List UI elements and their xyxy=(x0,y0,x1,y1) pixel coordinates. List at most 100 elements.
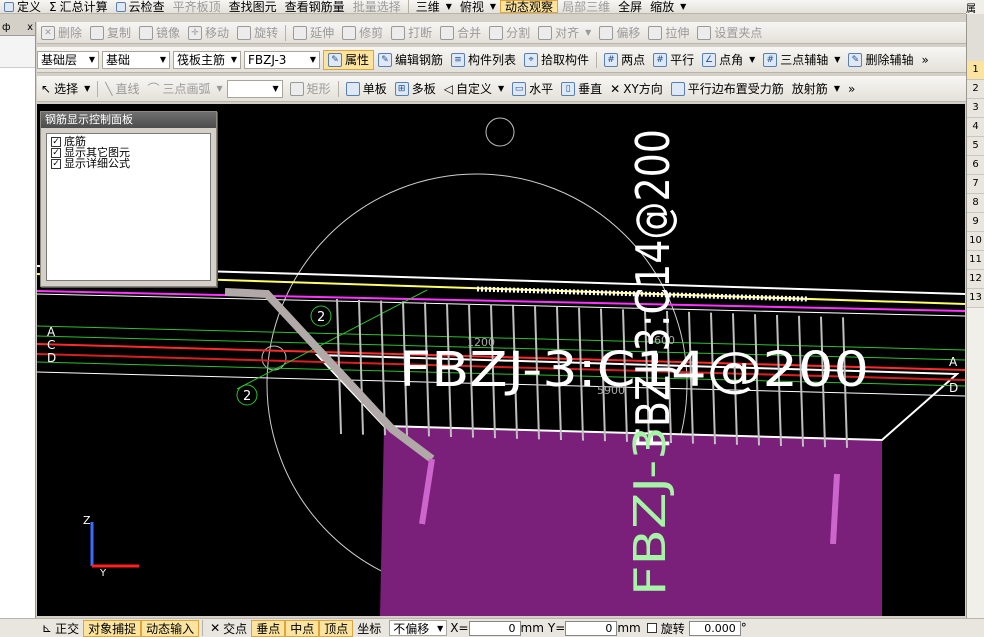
property-row[interactable]: 4 xyxy=(967,118,984,137)
horizontal-button[interactable]: ▭ 水平 xyxy=(508,76,557,101)
more-button[interactable]: » xyxy=(917,47,932,72)
arc-dropdown[interactable]: ⌒ 三点画弧 ▼ xyxy=(143,76,226,101)
dynamic-input-button[interactable]: 动态输入 xyxy=(141,619,200,637)
mirror-button[interactable]: 镜像 xyxy=(135,22,184,43)
local-3d-button[interactable]: 局部三维 xyxy=(558,0,614,13)
xy-direction-button[interactable]: ✕ XY方向 xyxy=(606,76,667,101)
property-row[interactable]: 11 xyxy=(967,251,984,270)
object-snap-button[interactable]: 对象捕捉 xyxy=(83,619,142,637)
define-button[interactable]: 定义 xyxy=(0,0,45,13)
property-row[interactable]: 5 xyxy=(967,137,984,156)
custom-dropdown[interactable]: ◁ 自定义 ▼ xyxy=(440,76,508,101)
stretch-button[interactable]: 拉伸 xyxy=(644,22,693,43)
view-rebar-qty-button[interactable]: 查看钢筋量 xyxy=(281,0,349,13)
parallel-edge-icon xyxy=(670,81,685,96)
extend-icon xyxy=(293,25,308,40)
two-point-axis-button[interactable]: # 两点 xyxy=(600,47,649,72)
parallel-axis-button[interactable]: # 平行 xyxy=(649,47,698,72)
split-icon xyxy=(489,25,504,40)
cloud-check-button[interactable]: 云检查 xyxy=(112,0,169,13)
copy-button[interactable]: 复制 xyxy=(86,22,135,43)
rotate-checkbox[interactable] xyxy=(646,623,657,633)
define-icon xyxy=(4,1,14,12)
property-row[interactable]: 10 xyxy=(967,232,984,251)
close-icon[interactable]: x xyxy=(27,22,33,35)
type-select[interactable]: 筏板主筋 ▼ xyxy=(173,50,241,69)
ortho-button[interactable]: ⊾ 正交 xyxy=(38,620,83,637)
select-dropdown[interactable]: ↖ 选择 ▼ xyxy=(37,76,94,101)
line-button[interactable]: ╲ 直线 xyxy=(101,76,143,101)
fullscreen-button[interactable]: 全屏 xyxy=(614,0,646,13)
pick-element-button[interactable]: ⌖ 拾取构件 xyxy=(520,47,593,72)
edit-rebar-button[interactable]: ✎ 编辑钢筋 xyxy=(374,47,447,72)
property-row[interactable]: 7 xyxy=(967,175,984,194)
shape-select[interactable]: ▼ xyxy=(226,79,283,98)
offset-button[interactable]: 偏移 xyxy=(595,22,644,43)
more-button[interactable]: » xyxy=(844,76,859,101)
three-point-icon: # xyxy=(763,52,778,67)
offset-mode-select[interactable]: 不偏移 ▼ xyxy=(389,620,448,636)
floor-select[interactable]: 基础层 ▼ xyxy=(37,50,99,69)
delete-axis-button[interactable]: ✎ 删除辅轴 xyxy=(844,47,917,72)
left-panel-tab[interactable] xyxy=(0,36,35,68)
orbit-handle-top[interactable] xyxy=(485,117,515,147)
radial-rebar-dropdown[interactable]: 放射筋 ▼ xyxy=(788,76,844,101)
midpoint-snap[interactable]: 中点 xyxy=(285,619,320,637)
break-button[interactable]: 打断 xyxy=(387,22,436,43)
property-row[interactable]: 13 xyxy=(967,289,984,308)
checkbox-icon[interactable]: ✓ xyxy=(51,147,61,158)
category-select[interactable]: 基础 ▼ xyxy=(102,50,170,69)
property-row[interactable]: 2 xyxy=(967,80,984,99)
align-dropdown[interactable]: 对齐 ▼ xyxy=(534,22,595,43)
summary-calc-button[interactable]: Σ 汇总计算 xyxy=(45,0,112,13)
property-row[interactable]: 12 xyxy=(967,270,984,289)
zoom-dropdown[interactable]: 缩放 ▼ xyxy=(646,0,690,13)
chevron-down-icon: ▼ xyxy=(309,55,316,64)
parallel-edge-button[interactable]: 平行边布置受力筋 xyxy=(667,76,788,101)
intersection-snap[interactable]: ✕ 交点 xyxy=(206,620,251,637)
vertical-button[interactable]: ▯ 垂直 xyxy=(557,76,606,101)
perpendicular-snap[interactable]: 垂点 xyxy=(251,619,286,637)
properties-header xyxy=(967,14,984,61)
single-slab-button[interactable]: 单板 xyxy=(342,76,391,101)
property-row[interactable]: 8 xyxy=(967,194,984,213)
vertex-snap[interactable]: 顶点 xyxy=(319,619,354,637)
coordinate-snap[interactable]: 坐标 xyxy=(353,620,385,637)
checkbox-icon[interactable]: ✓ xyxy=(51,158,61,169)
rotate-label: 旋转 xyxy=(660,621,685,636)
property-row[interactable]: 9 xyxy=(967,213,984,232)
rebar-panel-title[interactable]: 钢筋显示控制面板 xyxy=(41,112,216,128)
chevron-down-icon: ▼ xyxy=(230,55,237,64)
find-element-button[interactable]: 查找图元 xyxy=(225,0,281,13)
property-row[interactable]: 6 xyxy=(967,156,984,175)
rotate-input[interactable]: 0.000 xyxy=(688,620,741,636)
batch-select-button[interactable]: 批量选择 xyxy=(349,0,405,13)
top-view-dropdown[interactable]: 俯视 ▼ xyxy=(456,0,500,13)
pin-icon[interactable]: ф xyxy=(2,22,11,35)
property-row[interactable]: 3 xyxy=(967,99,984,118)
set-grip-button[interactable]: 设置夹点 xyxy=(693,22,766,43)
property-row[interactable]: 1 xyxy=(967,61,984,80)
x-input[interactable]: 0 xyxy=(468,620,521,636)
extend-button[interactable]: 延伸 xyxy=(289,22,338,43)
three-point-axis-dropdown[interactable]: # 三点辅轴 ▼ xyxy=(759,47,844,72)
point-angle-dropdown[interactable]: ∠ 点角 ▼ xyxy=(698,47,759,72)
multi-slab-button[interactable]: ⊞ 多板 xyxy=(391,76,440,101)
delete-button[interactable]: ✕ 删除 xyxy=(37,22,86,43)
align-slab-top-button[interactable]: 平齐板顶 xyxy=(169,0,225,13)
checkbox-icon[interactable]: ✓ xyxy=(51,136,61,147)
rectangle-button[interactable]: 矩形 xyxy=(286,76,335,101)
element-select[interactable]: FBZJ-3 ▼ xyxy=(244,50,320,69)
element-list-button[interactable]: ≡ 构件列表 xyxy=(447,47,520,72)
3d-dropdown[interactable]: 三维 ▼ xyxy=(412,0,456,13)
trim-button[interactable]: 修剪 xyxy=(338,22,387,43)
split-button[interactable]: 分割 xyxy=(485,22,534,43)
rotate-button[interactable]: 旋转 xyxy=(233,22,282,43)
y-input[interactable]: 0 xyxy=(565,620,618,636)
dynamic-view-button[interactable]: 动态观察 xyxy=(500,0,559,13)
properties-button[interactable]: ✎ 属性 xyxy=(323,49,375,70)
merge-button[interactable]: 合并 xyxy=(436,22,485,43)
option-show-formula[interactable]: ✓ 显示详细公式 xyxy=(51,158,206,169)
move-button[interactable]: ✛ 移动 xyxy=(184,22,233,43)
properties-tab[interactable]: 属性 xyxy=(966,0,984,14)
